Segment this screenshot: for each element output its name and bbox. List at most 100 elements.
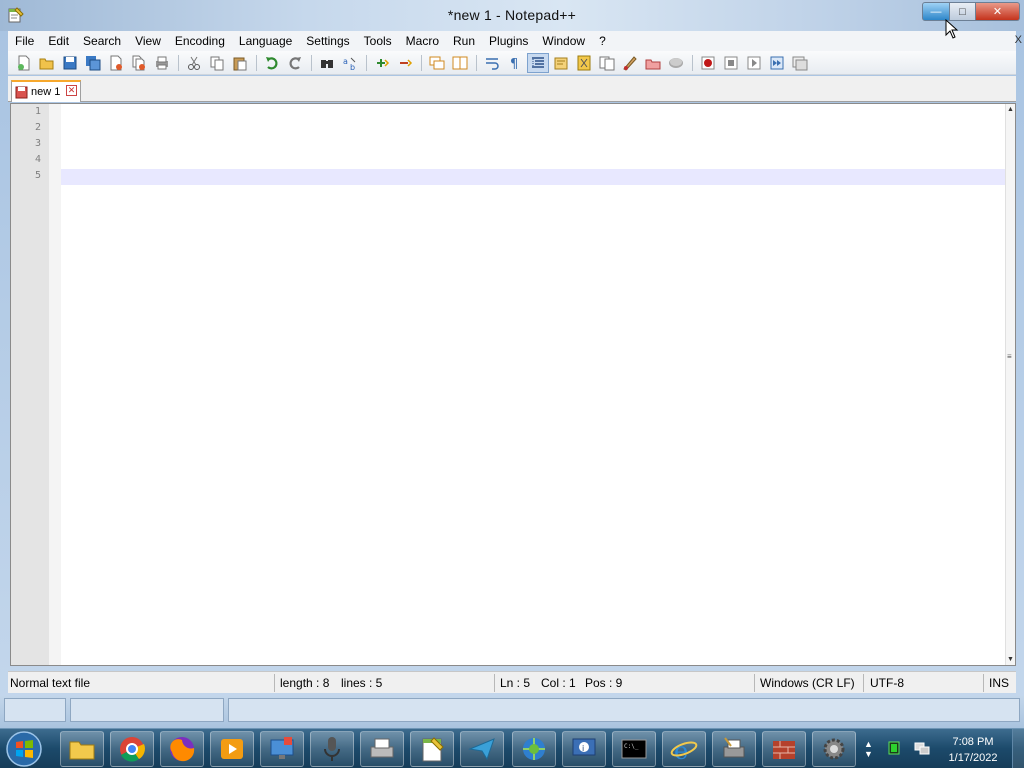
media-player-icon: [221, 739, 243, 759]
send-taskbar-button[interactable]: [460, 731, 504, 767]
cut-icon[interactable]: [183, 53, 205, 73]
remote-desktop-taskbar-button[interactable]: [260, 731, 304, 767]
replace-icon[interactable]: ab: [339, 53, 361, 73]
title-bar[interactable]: *new 1 - Notepad++ — □ ✕: [0, 0, 1024, 31]
zoom-in-icon[interactable]: [371, 53, 393, 73]
zoom-out-icon[interactable]: [394, 53, 416, 73]
redo-icon[interactable]: [284, 53, 306, 73]
window-bottom-frame: [0, 696, 1024, 728]
record-macro-icon[interactable]: [665, 53, 687, 73]
menu-tools[interactable]: Tools: [357, 34, 399, 48]
tray-expand-icon[interactable]: ▲ ▼: [864, 739, 873, 759]
firefox-taskbar-button[interactable]: [160, 731, 204, 767]
current-line-highlight: [61, 169, 1015, 185]
close-document-icon[interactable]: X: [1015, 34, 1022, 46]
command-prompt-taskbar-button[interactable]: C:\_: [612, 731, 656, 767]
sync-horizontal-icon[interactable]: [449, 53, 471, 73]
fast-forward-icon[interactable]: [766, 53, 788, 73]
sync-vertical-icon[interactable]: [426, 53, 448, 73]
menu-window[interactable]: Window: [535, 34, 592, 48]
line-number: 3: [34, 138, 41, 149]
system-clock[interactable]: 7:08 PM 1/17/2022: [940, 734, 1006, 766]
chrome-taskbar-button[interactable]: [110, 731, 154, 767]
stop-recording-icon[interactable]: [697, 53, 719, 73]
document-map-icon[interactable]: [573, 53, 595, 73]
find-icon[interactable]: [316, 53, 338, 73]
network-tray-icon[interactable]: [914, 740, 930, 756]
text-editor[interactable]: 1 2 3 4 5 ▲ ≡ ▼: [10, 103, 1016, 666]
menu-encoding[interactable]: Encoding: [168, 34, 232, 48]
status-bar: Normal text file length : 8 lines : 5 Ln…: [8, 671, 1016, 693]
status-encoding: UTF-8: [870, 676, 904, 690]
media-player-taskbar-button[interactable]: [210, 731, 254, 767]
indent-guide-icon[interactable]: [527, 52, 549, 73]
undo-icon[interactable]: [261, 53, 283, 73]
firefox-icon: [170, 737, 195, 762]
fax-printer-taskbar-button[interactable]: [360, 731, 404, 767]
close-button[interactable]: ✕: [976, 2, 1020, 21]
microphone-icon: [324, 737, 340, 761]
print-icon[interactable]: [151, 53, 173, 73]
fold-margin[interactable]: [49, 104, 61, 665]
remote-desktop-icon: [270, 737, 294, 759]
notepad-plus-plus-window: *new 1 - Notepad++ — □ ✕ File Edit Searc…: [0, 0, 1024, 728]
scroll-down-icon[interactable]: ▼: [1007, 656, 1014, 663]
menu-file[interactable]: File: [8, 34, 41, 48]
network-globe-icon: [523, 738, 545, 760]
menu-macro[interactable]: Macro: [399, 34, 446, 48]
menu-run[interactable]: Run: [446, 34, 482, 48]
open-file-icon[interactable]: [36, 53, 58, 73]
show-all-characters-icon[interactable]: ¶: [504, 53, 526, 73]
svg-text:C:\_: C:\_: [624, 743, 639, 750]
playback-icon[interactable]: [720, 53, 742, 73]
paper-plane-icon: [468, 738, 495, 761]
show-desktop-button[interactable]: [1012, 729, 1024, 768]
status-divider: [494, 674, 495, 692]
scroll-up-icon[interactable]: ▲: [1007, 106, 1014, 113]
tray-status-icon[interactable]: [886, 740, 902, 756]
menu-edit[interactable]: Edit: [41, 34, 76, 48]
scroll-grip-icon[interactable]: ≡: [1007, 352, 1012, 361]
new-file-icon[interactable]: [13, 53, 35, 73]
network-taskbar-button[interactable]: [512, 731, 556, 767]
save-icon[interactable]: [59, 53, 81, 73]
menu-view[interactable]: View: [128, 34, 168, 48]
menu-plugins[interactable]: Plugins: [482, 34, 535, 48]
system-info-taskbar-button[interactable]: i: [562, 731, 606, 767]
menu-settings[interactable]: Settings: [299, 34, 356, 48]
fax-printer-icon: [370, 738, 394, 758]
monitoring-icon[interactable]: [642, 53, 664, 73]
folder-icon: [69, 741, 95, 760]
close-all-icon[interactable]: [128, 53, 150, 73]
tab-close-icon[interactable]: ✕: [66, 85, 77, 96]
menu-search[interactable]: Search: [76, 34, 128, 48]
run-macro-multiple-icon[interactable]: [743, 53, 765, 73]
printer-tool-taskbar-button[interactable]: [712, 731, 756, 767]
line-number: 2: [34, 122, 41, 133]
status-position: Pos : 9: [585, 676, 623, 690]
main-toolbar: ab ¶: [8, 51, 1016, 75]
function-list-icon[interactable]: [596, 53, 618, 73]
status-length: length : 8: [280, 676, 330, 690]
vertical-scrollbar[interactable]: ▲ ≡ ▼: [1005, 104, 1015, 665]
internet-explorer-taskbar-button[interactable]: e: [662, 731, 706, 767]
menu-help[interactable]: ?: [592, 34, 613, 48]
start-button-icon[interactable]: [3, 730, 45, 768]
tab-new-1[interactable]: new 1 ✕: [11, 80, 81, 102]
status-divider: [754, 674, 755, 692]
menu-language[interactable]: Language: [232, 34, 299, 48]
user-defined-language-icon[interactable]: [550, 53, 572, 73]
copy-icon[interactable]: [206, 53, 228, 73]
toolbar-separator: [256, 54, 257, 71]
save-macro-icon[interactable]: [789, 53, 811, 73]
word-wrap-icon[interactable]: [481, 53, 503, 73]
folder-as-workspace-icon[interactable]: [619, 53, 641, 73]
voice-recorder-taskbar-button[interactable]: [310, 731, 354, 767]
close-icon[interactable]: [105, 53, 127, 73]
paste-icon[interactable]: [229, 53, 251, 73]
file-explorer-taskbar-button[interactable]: [60, 731, 104, 767]
notepad-plus-plus-taskbar-button[interactable]: [410, 731, 454, 767]
settings-taskbar-button[interactable]: [812, 731, 856, 767]
save-all-icon[interactable]: [82, 53, 104, 73]
firewall-taskbar-button[interactable]: [762, 731, 806, 767]
